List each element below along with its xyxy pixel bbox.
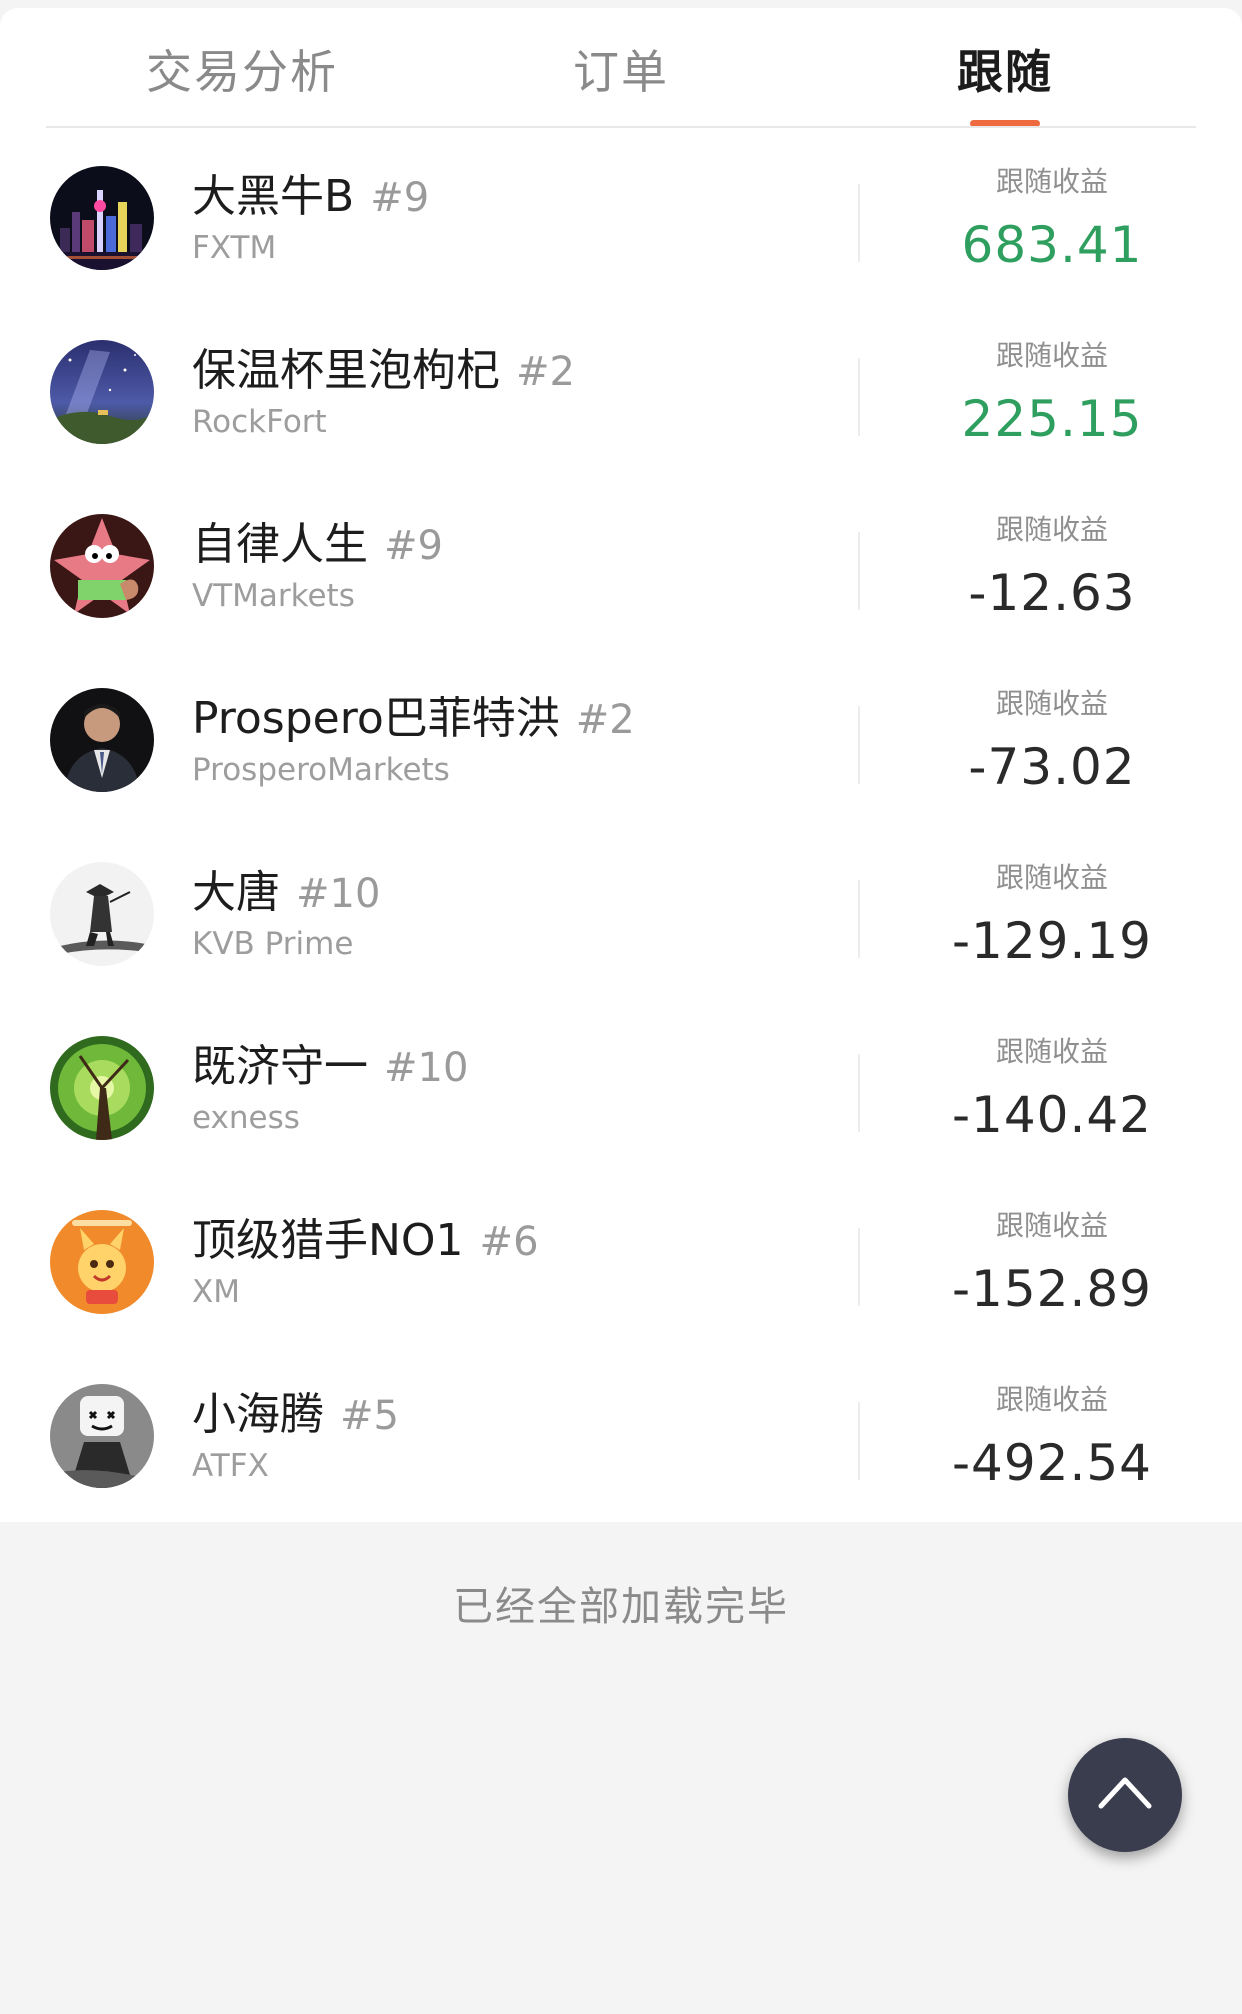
profit-label: 跟随收益 bbox=[995, 687, 1108, 720]
trader-name: Prospero巴菲特洪 bbox=[192, 693, 560, 744]
trader-rank: #2 bbox=[516, 349, 575, 395]
broker-name: exness bbox=[192, 1100, 300, 1136]
broker-name: XM bbox=[192, 1274, 240, 1310]
all-loaded-message: 已经全部加载完毕 bbox=[453, 1584, 789, 1630]
profit-value: -73.02 bbox=[968, 738, 1136, 796]
tab-orders[interactable]: 订单 bbox=[471, 36, 771, 102]
row-divider bbox=[858, 184, 860, 262]
chevron-up-icon bbox=[1098, 1777, 1152, 1809]
trader-rank: #6 bbox=[479, 1219, 539, 1265]
city-night-avatar-icon[interactable] bbox=[50, 166, 154, 270]
profit-value: -12.63 bbox=[968, 564, 1136, 622]
trader-name: 自律人生 bbox=[192, 519, 368, 570]
profit-label: 跟随收益 bbox=[995, 165, 1108, 198]
broker-name: ProsperoMarkets bbox=[192, 752, 450, 788]
follow-row[interactable]: 大黑牛B #9 FXTM 跟随收益 683.41 bbox=[0, 130, 1242, 304]
profit-value: 225.15 bbox=[961, 390, 1143, 448]
profit-label: 跟随收益 bbox=[995, 1383, 1108, 1416]
trader-name-line: 自律人生 #9 bbox=[192, 508, 443, 572]
follow-list: 大黑牛B #9 FXTM 跟随收益 683.41 保温杯里泡枸杞 #2 Rock… bbox=[0, 130, 1242, 1522]
broker-name: VTMarkets bbox=[192, 578, 355, 614]
trader-name: 小海腾 bbox=[192, 1389, 324, 1440]
profit-label: 跟随收益 bbox=[995, 1209, 1108, 1242]
trader-name-line: 大唐 #10 bbox=[192, 856, 380, 920]
follow-row[interactable]: 小海腾 #5 ATFX 跟随收益 -492.54 bbox=[0, 1348, 1242, 1522]
row-divider bbox=[858, 880, 860, 958]
row-divider bbox=[858, 706, 860, 784]
tree-canopy-avatar-icon[interactable] bbox=[50, 1036, 154, 1140]
trader-rank: #5 bbox=[340, 1393, 399, 1439]
cartoon-starfish-avatar-icon[interactable] bbox=[50, 514, 154, 618]
tab-divider bbox=[46, 126, 1196, 128]
man-in-suit-avatar-icon[interactable] bbox=[50, 688, 154, 792]
broker-name: FXTM bbox=[192, 230, 277, 266]
follow-row[interactable]: 既济守一 #10 exness 跟随收益 -140.42 bbox=[0, 1000, 1242, 1174]
row-divider bbox=[858, 1054, 860, 1132]
profit-value: 683.41 bbox=[961, 216, 1143, 274]
trader-name-line: 小海腾 #5 bbox=[192, 1378, 399, 1442]
ink-warrior-avatar-icon[interactable] bbox=[50, 862, 154, 966]
trader-name: 大黑牛B bbox=[192, 171, 355, 222]
tab-bar: 交易分析 订单 跟随 bbox=[0, 8, 1242, 130]
trader-name: 大唐 bbox=[192, 867, 280, 918]
trader-name-line: 大黑牛B #9 bbox=[192, 160, 429, 224]
profit-label: 跟随收益 bbox=[995, 339, 1108, 372]
trader-rank: #10 bbox=[296, 871, 381, 917]
trader-rank: #9 bbox=[370, 175, 430, 221]
trader-name-line: 保温杯里泡枸杞 #2 bbox=[192, 334, 575, 398]
profit-value: -129.19 bbox=[952, 912, 1152, 970]
follow-row[interactable]: 自律人生 #9 VTMarkets 跟随收益 -12.63 bbox=[0, 478, 1242, 652]
follow-row[interactable]: 保温杯里泡枸杞 #2 RockFort 跟随收益 225.15 bbox=[0, 304, 1242, 478]
tab-following[interactable]: 跟随 bbox=[855, 36, 1155, 102]
broker-name: RockFort bbox=[192, 404, 327, 440]
row-divider bbox=[858, 358, 860, 436]
profit-label: 跟随收益 bbox=[995, 861, 1108, 894]
profit-value: -140.42 bbox=[952, 1086, 1152, 1144]
back-to-top-button[interactable] bbox=[1068, 1738, 1182, 1852]
profit-value: -492.54 bbox=[952, 1434, 1152, 1492]
trader-rank: #10 bbox=[384, 1045, 469, 1091]
orange-mascot-avatar-icon[interactable] bbox=[50, 1210, 154, 1314]
profit-label: 跟随收益 bbox=[995, 1035, 1108, 1068]
marshmello-avatar-icon[interactable] bbox=[50, 1384, 154, 1488]
profit-label: 跟随收益 bbox=[995, 513, 1108, 546]
trader-name: 既济守一 bbox=[192, 1041, 368, 1092]
trader-name: 保温杯里泡枸杞 bbox=[192, 345, 500, 396]
milky-way-avatar-icon[interactable] bbox=[50, 340, 154, 444]
tab-trade-analysis[interactable]: 交易分析 bbox=[92, 36, 392, 102]
following-panel: 交易分析 订单 跟随 大黑牛B #9 FXTM 跟随收益 683.41 保温杯里… bbox=[0, 8, 1242, 1522]
broker-name: ATFX bbox=[192, 1448, 269, 1484]
follow-row[interactable]: 大唐 #10 KVB Prime 跟随收益 -129.19 bbox=[0, 826, 1242, 1000]
trader-name: 顶级猎手NO1 bbox=[192, 1215, 464, 1266]
trader-name-line: Prospero巴菲特洪 #2 bbox=[192, 682, 635, 746]
row-divider bbox=[858, 1228, 860, 1306]
trader-rank: #9 bbox=[384, 523, 443, 569]
follow-row[interactable]: 顶级猎手NO1 #6 XM 跟随收益 -152.89 bbox=[0, 1174, 1242, 1348]
trader-name-line: 顶级猎手NO1 #6 bbox=[192, 1204, 539, 1268]
row-divider bbox=[858, 1402, 860, 1480]
follow-row[interactable]: Prospero巴菲特洪 #2 ProsperoMarkets 跟随收益 -73.… bbox=[0, 652, 1242, 826]
profit-value: -152.89 bbox=[952, 1260, 1152, 1318]
row-divider bbox=[858, 532, 860, 610]
trader-name-line: 既济守一 #10 bbox=[192, 1030, 468, 1094]
trader-rank: #2 bbox=[575, 697, 635, 743]
broker-name: KVB Prime bbox=[192, 926, 354, 962]
